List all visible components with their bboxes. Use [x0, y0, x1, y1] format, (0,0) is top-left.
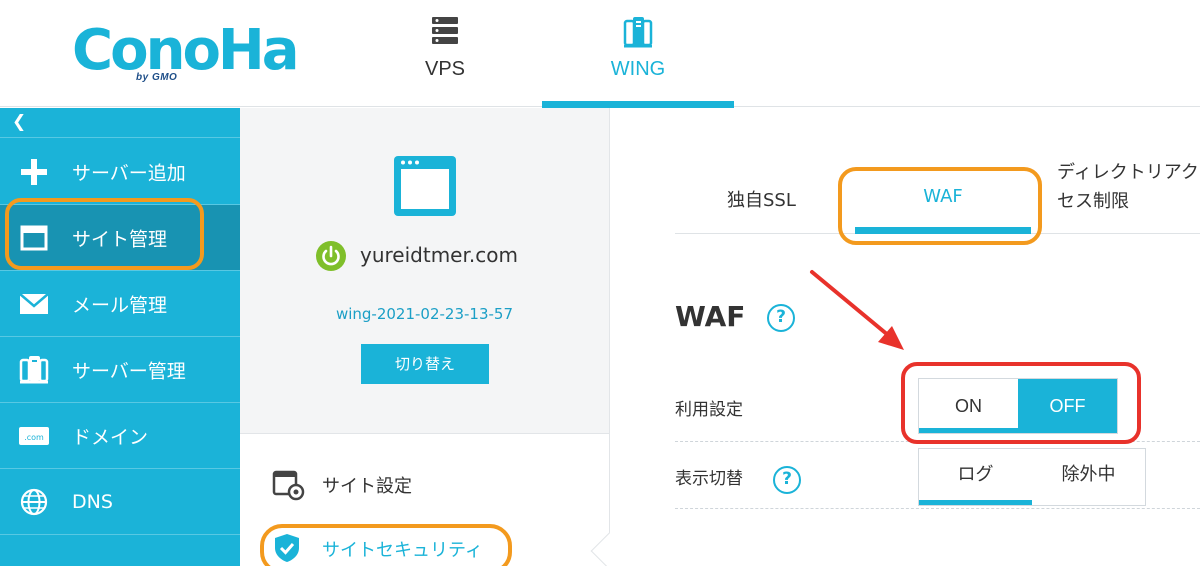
sidebar-item-server-management[interactable]: サーバー管理: [0, 337, 240, 403]
tab-label: 独自SSL: [727, 190, 796, 211]
sidebar-item-add-server[interactable]: サーバー追加: [0, 139, 240, 205]
tab-waf[interactable]: WAF: [855, 148, 1031, 234]
site-panel: yureidtmer.com wing-2021-02-23-13-57 切り替…: [240, 108, 628, 566]
tab-label: ディレクトリアクセス制限: [1057, 162, 1199, 212]
tab-wing-label: WING: [610, 58, 666, 80]
view-switch-label: 表示切替: [675, 469, 743, 489]
logo-subtext: by GMO: [136, 72, 178, 83]
annotation-arrow-icon: [810, 270, 904, 350]
tab-vps[interactable]: VPS: [385, 0, 505, 107]
tab-vps-label: VPS: [424, 58, 466, 80]
waf-off-label: OFF: [1049, 396, 1086, 416]
window-icon: [18, 222, 50, 254]
row-divider: [675, 508, 1200, 509]
sidebar-item-label: DNS: [72, 490, 113, 513]
help-icon[interactable]: ?: [773, 466, 801, 494]
sidebar-item-label: サーバー管理: [72, 360, 186, 382]
site-name: yureidtmer.com: [316, 241, 556, 273]
server-icon: [18, 354, 50, 386]
view-excluded-label: 除外中: [1061, 464, 1116, 485]
tab-active-indicator: [542, 101, 734, 108]
waf-on-option[interactable]: ON: [919, 379, 1018, 433]
site-window-icon: [392, 154, 458, 222]
switch-site-button[interactable]: 切り替え: [361, 344, 489, 384]
globe-icon: [18, 486, 50, 518]
top-header: ConoHa by GMO VPS WING: [0, 0, 1200, 108]
security-tabs: 独自SSL WAF ディレクトリアクセス制限: [675, 148, 1200, 234]
sidebar-item-label: サイト管理: [72, 228, 168, 250]
sidebar-item-label: ドメイン: [72, 426, 149, 448]
svg-text:.com: .com: [24, 433, 44, 442]
row-divider: [675, 441, 1200, 442]
tab-label: WAF: [923, 186, 963, 207]
power-on-icon: [316, 241, 346, 271]
waf-off-option[interactable]: OFF: [1018, 379, 1117, 433]
section-title: WAF: [675, 300, 746, 333]
shield-icon: [272, 532, 302, 566]
sidebar-item-label: メール管理: [72, 294, 168, 316]
mail-icon: [18, 288, 50, 320]
waf-toggle: ON OFF: [918, 378, 1118, 434]
tab-active-indicator: [855, 227, 1031, 234]
waf-on-label: ON: [955, 396, 982, 416]
view-excluded-option[interactable]: 除外中: [1032, 449, 1145, 505]
sidebar-item-domain[interactable]: .com ドメイン: [0, 403, 240, 469]
site-domain: yureidtmer.com: [360, 243, 518, 267]
domain-icon: .com: [18, 420, 50, 452]
logo-text: ConoHa: [72, 18, 300, 83]
conoha-logo[interactable]: ConoHa by GMO: [72, 18, 300, 88]
view-log-option[interactable]: ログ: [919, 449, 1032, 505]
sidebar: ❮ サーバー追加 サイト管理 メール管理 サーバー管理 .com ドメイン DN…: [0, 108, 240, 566]
site-menu-label: サイト設定: [322, 476, 412, 497]
plus-icon: [18, 156, 50, 188]
site-id-link[interactable]: wing-2021-02-23-13-57: [240, 305, 609, 323]
site-menu-security[interactable]: サイトセキュリティ: [240, 524, 609, 566]
view-log-label: ログ: [957, 464, 994, 485]
site-info: yureidtmer.com wing-2021-02-23-13-57 切り替…: [240, 108, 609, 433]
tab-directory-access[interactable]: ディレクトリアクセス制限: [1053, 148, 1200, 234]
sidebar-item-dns[interactable]: DNS: [0, 469, 240, 535]
site-menu-label: サイトセキュリティ: [322, 540, 483, 561]
wing-servers-icon: [623, 16, 653, 52]
settings-window-icon: [272, 468, 306, 506]
sidebar-item-mail-management[interactable]: メール管理: [0, 271, 240, 337]
sidebar-item-site-management[interactable]: サイト管理: [0, 205, 240, 271]
site-menu: サイト設定 サイトセキュリティ: [240, 434, 609, 566]
chevron-left-icon: ❮: [12, 112, 27, 132]
view-toggle: ログ 除外中: [918, 448, 1146, 506]
sidebar-collapse-button[interactable]: ❮: [0, 108, 240, 138]
tab-ssl[interactable]: 独自SSL: [675, 148, 855, 234]
help-icon[interactable]: ?: [767, 304, 795, 332]
tab-wing[interactable]: WING: [542, 0, 734, 108]
use-setting-label: 利用設定: [675, 400, 743, 420]
server-rack-icon: [431, 16, 459, 50]
site-menu-settings[interactable]: サイト設定: [240, 460, 609, 510]
sidebar-item-label: サーバー追加: [72, 162, 186, 184]
